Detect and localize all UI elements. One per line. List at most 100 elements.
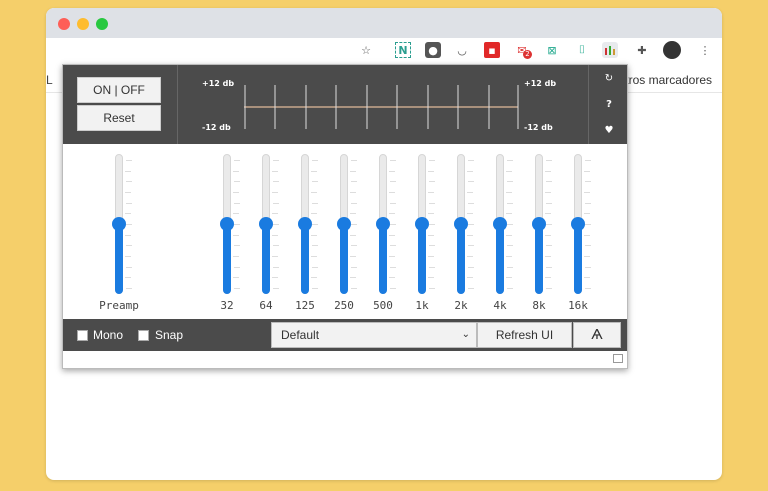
slider-tick (273, 224, 279, 225)
notion-icon[interactable]: N (395, 42, 411, 58)
slider-tick (125, 213, 131, 215)
slider-tick (428, 256, 434, 257)
pocket-icon[interactable]: ◡ (454, 42, 470, 58)
slider-fill (115, 224, 123, 294)
slider-thumb[interactable] (298, 217, 312, 231)
slider-thumb[interactable] (493, 217, 507, 231)
slider-tick (126, 160, 132, 161)
slider-tick (272, 234, 278, 236)
slider-tick (390, 202, 396, 204)
slider-tick (125, 170, 131, 172)
mail-icon[interactable]: ✉ 2 (514, 42, 532, 59)
pin-icon[interactable]: Ѧ (573, 322, 621, 348)
slider-tick (389, 213, 395, 215)
avatar[interactable] (663, 41, 681, 59)
slider-tick (311, 192, 317, 193)
slider-tick (546, 160, 552, 161)
slider-tick (273, 245, 279, 247)
shield-icon[interactable]: ● (425, 42, 441, 58)
more-icon[interactable]: ⋮ (697, 42, 713, 58)
slider-tick (545, 170, 551, 172)
mono-checkbox[interactable] (77, 330, 88, 341)
preset-select[interactable]: Default ⌄ (271, 322, 477, 348)
band-slider-1k[interactable] (415, 154, 435, 294)
slider-fill (457, 224, 465, 294)
band-slider-64[interactable] (259, 154, 279, 294)
slider-tick (234, 202, 240, 204)
slider-thumb[interactable] (220, 217, 234, 231)
slider-tick (311, 170, 317, 172)
slider-tick (125, 234, 131, 236)
db-top-right: +12 db (524, 79, 557, 88)
band-slider-8k[interactable] (532, 154, 552, 294)
slider-thumb[interactable] (112, 217, 126, 231)
slider-tick (467, 170, 473, 172)
band-slider-4k[interactable] (493, 154, 513, 294)
db-bottom-left: -12 db (202, 123, 231, 132)
slider-thumb[interactable] (415, 217, 429, 231)
maximize-window-button[interactable] (96, 18, 108, 30)
slider-tick (390, 288, 396, 289)
slider-tick (428, 192, 434, 193)
db-top-left: +12 db (202, 79, 235, 88)
slider-tick (428, 170, 434, 172)
slider-tick (546, 266, 552, 268)
slider-tick (468, 288, 474, 289)
bookmark-icon[interactable]: ⌷ (574, 42, 590, 58)
slider-tick (585, 245, 591, 247)
puzzle-icon[interactable]: ✚ (634, 42, 650, 58)
extension-green-icon[interactable]: ⊠ (544, 42, 560, 58)
preamp-slider[interactable] (112, 154, 132, 294)
minimize-window-button[interactable] (77, 18, 89, 30)
heart-icon[interactable]: ♥ (601, 125, 617, 139)
band-slider-500[interactable] (376, 154, 396, 294)
equalizer-icon[interactable] (602, 42, 618, 58)
slider-tick (311, 234, 317, 236)
close-window-button[interactable] (58, 18, 70, 30)
slider-tick (389, 277, 395, 279)
slider-tick (545, 234, 551, 236)
slider-tick (312, 266, 318, 268)
slider-tick (234, 224, 240, 225)
slider-tick (506, 256, 512, 257)
refresh-icon[interactable]: ↻ (601, 73, 617, 87)
star-icon[interactable]: ☆ (358, 42, 374, 58)
on-off-button[interactable]: ON | OFF (77, 77, 161, 103)
slider-tick (126, 288, 132, 289)
slider-tick (126, 202, 132, 204)
snap-checkbox[interactable] (138, 330, 149, 341)
slider-tick (546, 245, 552, 247)
slider-thumb[interactable] (376, 217, 390, 231)
slider-tick (126, 245, 132, 247)
band-slider-16k[interactable] (571, 154, 591, 294)
slider-tick (429, 245, 435, 247)
db-bottom-right: -12 db (524, 123, 553, 132)
slider-tick (468, 160, 474, 161)
slider-tick (389, 170, 395, 172)
slider-tick (273, 160, 279, 161)
slider-tick (467, 213, 473, 215)
slider-thumb[interactable] (454, 217, 468, 231)
other-bookmarks[interactable]: Otros marcadores (616, 73, 712, 87)
flipboard-icon[interactable]: ▪ (484, 42, 500, 58)
slider-thumb[interactable] (532, 217, 546, 231)
help-icon[interactable]: ? (601, 99, 617, 113)
slider-tick (126, 266, 132, 268)
slider-thumb[interactable] (571, 217, 585, 231)
slider-tick (311, 256, 317, 257)
band-slider-125[interactable] (298, 154, 318, 294)
slider-tick (585, 224, 591, 225)
refresh-ui-button[interactable]: Refresh UI (477, 322, 572, 348)
slider-tick (428, 213, 434, 215)
resize-icon[interactable] (613, 354, 623, 363)
slider-tick (125, 256, 131, 257)
band-slider-32[interactable] (220, 154, 240, 294)
slider-thumb[interactable] (259, 217, 273, 231)
slider-thumb[interactable] (337, 217, 351, 231)
band-slider-2k[interactable] (454, 154, 474, 294)
slider-tick (429, 181, 435, 183)
bookmark-left[interactable]: L (46, 73, 53, 87)
reset-button[interactable]: Reset (77, 105, 161, 131)
slider-fill (496, 224, 504, 294)
band-slider-250[interactable] (337, 154, 357, 294)
